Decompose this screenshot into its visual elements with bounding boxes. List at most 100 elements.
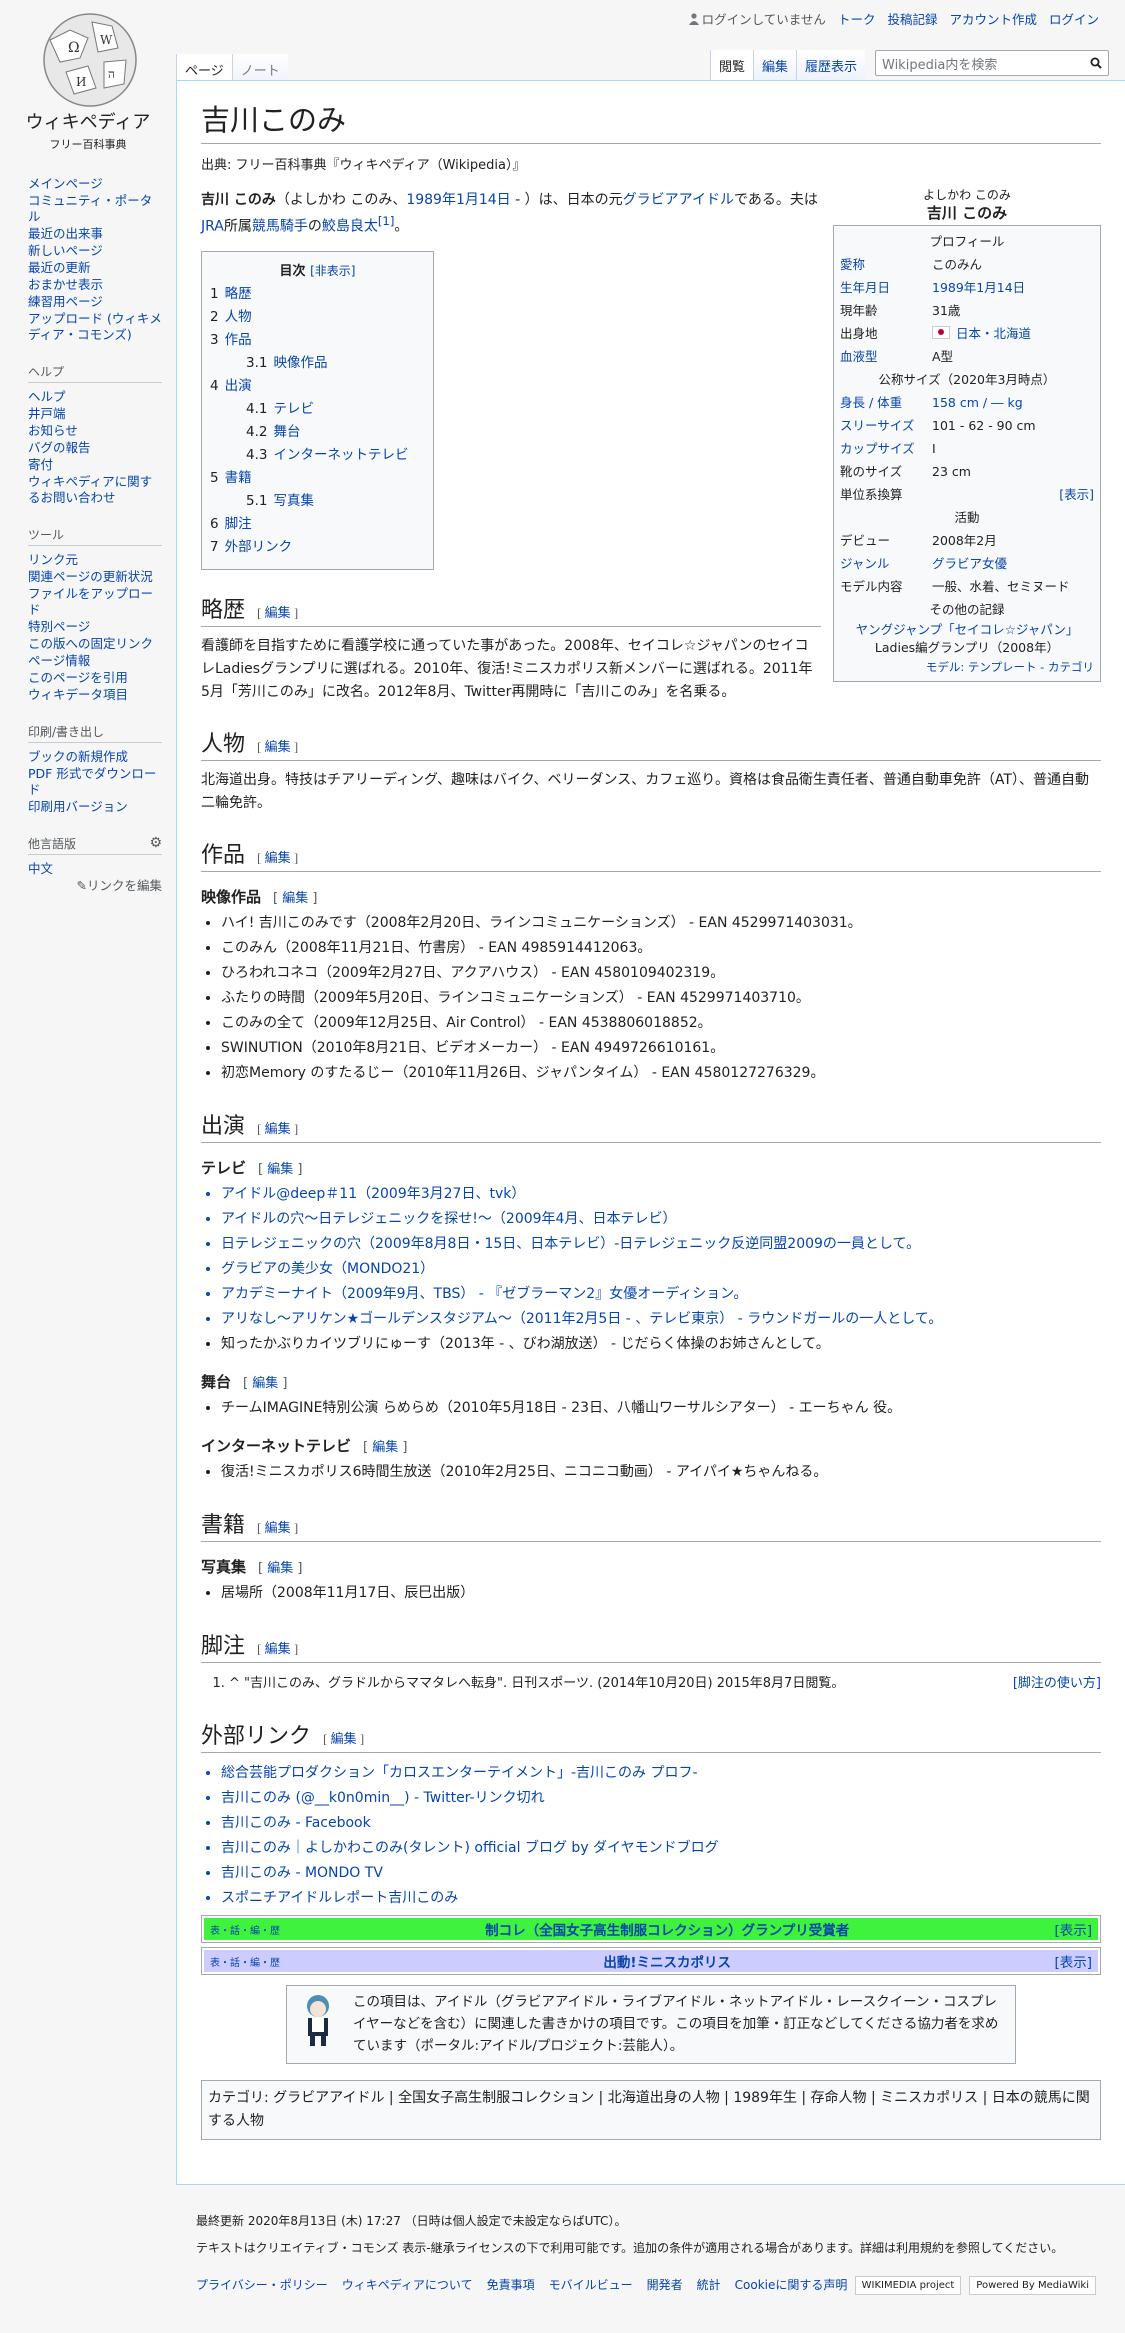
unit-toggle[interactable]: [表示] <box>1059 483 1094 506</box>
search-icon[interactable] <box>1090 57 1102 69</box>
jra-link[interactable]: JRA <box>201 219 224 235</box>
external-link[interactable]: 吉川このみ (@__k0n0min__) - Twitter-リンク切れ <box>221 1786 1101 1811</box>
edit-section-link[interactable]: [ 編集 ] <box>257 1121 298 1136</box>
sidebar-item-related-changes[interactable]: 関連ページの更新状況 <box>28 569 162 585</box>
create-account-link[interactable]: アカウント作成 <box>949 9 1037 28</box>
edit-section-link[interactable]: [ 編集 ] <box>258 1561 302 1576</box>
footer-link[interactable]: 免責事項 <box>487 2276 535 2293</box>
list-item[interactable]: アイドルの穴〜日テレジェニックを探せ!〜（2009年4月、日本テレビ） <box>221 1207 1101 1232</box>
sidebar-item-contact[interactable]: ウィキペディアに関するお問い合わせ <box>28 474 162 506</box>
edit-section-link[interactable]: [ 編集 ] <box>257 1641 298 1656</box>
sidebar-item-pdf[interactable]: PDF 形式でダウンロード <box>28 766 162 798</box>
gravure-link[interactable]: グラビアアイドル <box>623 192 734 208</box>
sidebar-item-main-page[interactable]: メインページ <box>28 176 162 192</box>
sidebar-item-what-links-here[interactable]: リンク元 <box>28 552 162 568</box>
navbox-show-toggle[interactable]: [表示] <box>1054 1919 1092 1939</box>
edit-section-link[interactable]: [ 編集 ] <box>257 605 298 620</box>
reference-item[interactable]: ^ "吉川このみ、グラドルからママタレへ転身". 日刊スポーツ. (2014年1… <box>229 1671 844 1696</box>
edit-section-link[interactable]: [ 編集 ] <box>257 850 298 865</box>
toc-item[interactable]: 3.1 映像作品 <box>210 352 425 375</box>
category-links[interactable]: カテゴリ: グラビアアイドル | 全国女子高生制服コレクション | 北海道出身の… <box>201 2080 1101 2141</box>
sidebar-item-village-pump[interactable]: 井戸端 <box>28 406 162 422</box>
toc-item[interactable]: 2 人物 <box>210 306 425 329</box>
sidebar-item-permalink[interactable]: この版への固定リンク <box>28 636 162 652</box>
jockey-link[interactable]: 競馬騎手 <box>252 219 308 235</box>
toc-item[interactable]: 1 略歴 <box>210 283 425 306</box>
toc-item[interactable]: 3 作品 <box>210 329 425 352</box>
external-link[interactable]: 吉川このみ - MONDO TV <box>221 1861 1101 1886</box>
sidebar-item-current-events[interactable]: 最近の出来事 <box>28 226 162 242</box>
external-link[interactable]: 吉川このみ - Facebook <box>221 1811 1101 1836</box>
footer-link[interactable]: プライバシー・ポリシー <box>196 2276 328 2293</box>
navbox-show-toggle[interactable]: [表示] <box>1054 1951 1092 1971</box>
footer-link[interactable]: ウィキペディアについて <box>342 2276 473 2293</box>
list-item[interactable]: アイドル@deep＃11（2009年3月27日、tvk） <box>221 1182 1101 1207</box>
footer-link[interactable]: モバイルビュー <box>549 2276 633 2293</box>
external-link[interactable]: 総合芸能プロダクション「カロスエンターテイメント」-吉川このみ プロフ- <box>221 1761 1101 1786</box>
edit-section-link[interactable]: [ 編集 ] <box>257 739 298 754</box>
wikimedia-badge[interactable]: WIKIMEDIA project <box>854 2276 962 2295</box>
sidebar-item-page-info[interactable]: ページ情報 <box>28 653 162 669</box>
toc-item[interactable]: 7 外部リンク <box>210 536 425 559</box>
tab-edit[interactable]: 編集 <box>752 50 796 80</box>
navbox-title[interactable]: 出動!ミニスカポリス <box>603 1951 731 1971</box>
edit-section-link[interactable]: [ 編集 ] <box>257 1520 298 1535</box>
toc-item[interactable]: 6 脚注 <box>210 513 425 536</box>
sidebar-item-create-book[interactable]: ブックの新規作成 <box>28 749 162 765</box>
navbox-vte-links[interactable]: 表・話・編・歴 <box>210 1922 280 1937</box>
external-link[interactable]: 吉川このみ｜よしかわこのみ(タレント) official ブログ by ダイヤモ… <box>221 1836 1101 1861</box>
toc-item[interactable]: 4 出演 <box>210 375 425 398</box>
ref-1[interactable]: [1] <box>378 214 395 228</box>
tab-read[interactable]: 閲覧 <box>709 50 753 80</box>
sidebar-item-sandbox[interactable]: 練習用ページ <box>28 294 162 310</box>
navbox-vte-links[interactable]: 表・話・編・歴 <box>210 1954 280 1969</box>
sidebar-item-cite[interactable]: このページを引用 <box>28 670 162 686</box>
search-input[interactable]: Wikipedia内を検索 <box>875 50 1109 76</box>
wikipedia-logo[interactable]: Ω W И ה ウィキペディア フリー百科事典 <box>0 0 176 160</box>
sidebar-item-recent-changes[interactable]: 最近の更新 <box>28 260 162 276</box>
sidebar-item-notices[interactable]: お知らせ <box>28 423 162 439</box>
talk-link[interactable]: トーク <box>838 9 876 28</box>
sidebar-item-bug-report[interactable]: バグの報告 <box>28 440 162 456</box>
toc-item[interactable]: 4.1 テレビ <box>210 398 425 421</box>
login-link[interactable]: ログイン <box>1049 9 1099 28</box>
toc-item[interactable]: 5.1 写真集 <box>210 490 425 513</box>
edit-links-link[interactable]: ✎リンクを編集 <box>28 878 163 894</box>
birthdate-link[interactable]: 1989年1月14日 <box>406 192 510 208</box>
edit-section-link[interactable]: [ 編集 ] <box>323 1731 364 1746</box>
sidebar-item-help[interactable]: ヘルプ <box>28 389 162 405</box>
toc-item[interactable]: 4.2 舞台 <box>210 421 425 444</box>
list-item[interactable]: グラビアの美少女（MONDO21） <box>221 1257 1101 1282</box>
note-usage-link[interactable]: [脚注の使い方] <box>1013 1671 1101 1696</box>
toc-toggle[interactable]: [非表示] <box>310 264 355 278</box>
list-item[interactable]: 日テレジェニックの穴（2009年8月8日・15日、日本テレビ）-日テレジェニック… <box>221 1232 1101 1257</box>
infobox-template-links[interactable]: モデル: テンプレート - カテゴリ <box>840 659 1094 675</box>
tab-history[interactable]: 履歴表示 <box>795 50 865 80</box>
edit-section-link[interactable]: [ 編集 ] <box>273 891 317 906</box>
navbox-title[interactable]: 制コレ（全国女子高生制服コレクション）グランプリ受賞者 <box>485 1919 849 1939</box>
sidebar-item-lang-zh[interactable]: 中文 <box>28 861 162 877</box>
external-link[interactable]: スポニチアイドルレポート吉川このみ <box>221 1886 1101 1911</box>
toc-item[interactable]: 5 書籍 <box>210 467 425 490</box>
sidebar-item-new-pages[interactable]: 新しいページ <box>28 243 162 259</box>
gear-icon[interactable]: ⚙ <box>149 835 162 852</box>
footer-link[interactable]: Cookieに関する声明 <box>735 2276 848 2293</box>
sidebar-item-upload[interactable]: アップロード (ウィキメディア・コモンズ) <box>28 311 162 343</box>
sidebar-item-random[interactable]: おまかせ表示 <box>28 277 162 293</box>
edit-section-link[interactable]: [ 編集 ] <box>243 1376 287 1391</box>
edit-section-link[interactable]: [ 編集 ] <box>258 1162 302 1177</box>
toc-item[interactable]: 4.3 インターネットテレビ <box>210 444 425 467</box>
footer-link[interactable]: 統計 <box>697 2276 721 2293</box>
sidebar-item-upload-file[interactable]: ファイルをアップロード <box>28 586 162 618</box>
sidebar-item-donate[interactable]: 寄付 <box>28 457 162 473</box>
sidebar-item-community[interactable]: コミュニティ・ポータル <box>28 193 162 225</box>
husband-link[interactable]: 鮫島良太 <box>322 219 378 235</box>
mediawiki-badge[interactable]: Powered By MediaWiki <box>969 2276 1096 2295</box>
sidebar-item-wikidata[interactable]: ウィキデータ項目 <box>28 687 162 703</box>
list-item[interactable]: アカデミーナイト（2009年9月、TBS） - 『ゼブラーマン2』女優オーディシ… <box>221 1282 1101 1307</box>
footer-link[interactable]: 開発者 <box>647 2276 683 2293</box>
sidebar-item-printable[interactable]: 印刷用バージョン <box>28 799 162 815</box>
edit-section-link[interactable]: [ 編集 ] <box>363 1440 407 1455</box>
list-item[interactable]: アリなし〜アリケン★ゴールデンスタジアム〜（2011年2月5日 - 、テレビ東京… <box>221 1307 1101 1332</box>
contributions-link[interactable]: 投稿記録 <box>887 9 937 28</box>
